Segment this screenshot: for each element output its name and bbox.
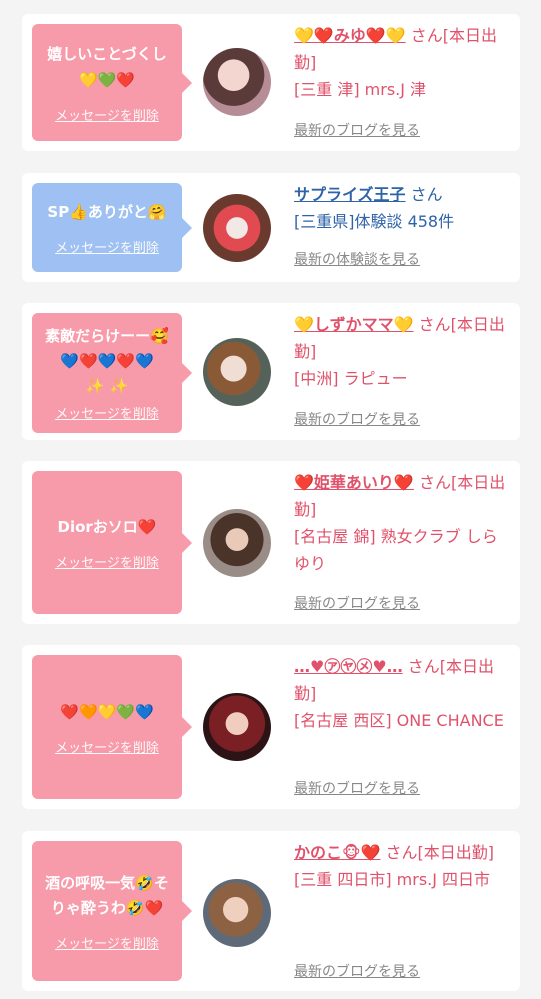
shop-info: [名古屋 西区] ONE CHANCE xyxy=(294,711,504,730)
message-bubble: Diorおソロ❤️ メッセージを削除 xyxy=(32,471,192,614)
message-card: Diorおソロ❤️ メッセージを削除 ❤️姫華あいり❤️ さん[本日出勤] [名… xyxy=(22,461,520,624)
message-card: 酒の呼吸一気🤣そりゃ酔うわ🤣❤️ メッセージを削除 かのこ🐵❤️ さん[本日出勤… xyxy=(22,831,520,991)
blog-link[interactable]: 最新のブログを見る xyxy=(294,778,420,798)
delete-message-link[interactable]: メッセージを削除 xyxy=(55,933,159,952)
avatar[interactable] xyxy=(203,879,271,947)
message-text: Diorおソロ❤️ xyxy=(57,518,157,536)
avatar[interactable] xyxy=(203,48,271,116)
message-text: SP👍ありがと🤗 xyxy=(47,203,167,221)
message-card: SP👍ありがと🤗 メッセージを削除 サプライズ王子 さん [三重県]体験談 45… xyxy=(22,173,520,282)
delete-message-link[interactable]: メッセージを削除 xyxy=(55,737,159,756)
delete-message-link[interactable]: メッセージを削除 xyxy=(55,237,159,256)
delete-message-link[interactable]: メッセージを削除 xyxy=(55,403,159,422)
name-suffix: さん xyxy=(405,185,443,204)
message-bubble: 嬉しいことづくし 💛💚❤️ メッセージを削除 xyxy=(32,24,192,141)
blog-link[interactable]: 最新のブログを見る xyxy=(294,120,420,140)
message-list: 嬉しいことづくし 💛💚❤️ メッセージを削除 💛❤️みゆ❤️💛 さん[本日出勤]… xyxy=(0,0,541,999)
message-text: ❤️🧡💛💚💙 xyxy=(60,702,154,721)
message-text: 素敵だらけーー🥰 💙❤️💙❤️💙 ✨ ✨ xyxy=(45,327,169,395)
message-bubble: ❤️🧡💛💚💙 メッセージを削除 xyxy=(32,655,192,799)
shop-info: [三重県]体験談 458件 xyxy=(294,212,455,231)
profile-name-link[interactable]: かのこ🐵❤️ xyxy=(294,843,380,862)
shop-info: [三重 津] mrs.J 津 xyxy=(294,80,427,99)
profile-name-link[interactable]: サプライズ王子 xyxy=(294,185,406,204)
avatar[interactable] xyxy=(203,509,271,577)
blog-link[interactable]: 最新のブログを見る xyxy=(294,961,420,981)
profile-name-link[interactable]: 💛しずかママ💛 xyxy=(294,315,414,334)
profile-name-link[interactable]: 💛❤️みゆ❤️💛 xyxy=(294,26,406,45)
message-bubble: SP👍ありがと🤗 メッセージを削除 xyxy=(32,183,192,272)
review-link[interactable]: 最新の体験談を見る xyxy=(294,249,420,269)
avatar[interactable] xyxy=(203,338,271,406)
message-card: ❤️🧡💛💚💙 メッセージを削除 …♥︎㋐㋳㋱♥︎… さん[本日出勤] [名古屋 … xyxy=(22,645,520,809)
shop-info: [中洲] ラピュー xyxy=(294,369,408,388)
blog-link[interactable]: 最新のブログを見る xyxy=(294,409,420,429)
profile-name-link[interactable]: …♥︎㋐㋳㋱♥︎… xyxy=(294,657,403,676)
shop-info: [三重 四日市] mrs.J 四日市 xyxy=(294,870,491,889)
shop-info: [名古屋 錦] 熟女クラブ しらゆり xyxy=(294,527,498,573)
blog-link[interactable]: 最新のブログを見る xyxy=(294,593,420,613)
avatar[interactable] xyxy=(203,194,271,262)
delete-message-link[interactable]: メッセージを削除 xyxy=(55,105,159,124)
message-text: 酒の呼吸一気🤣そりゃ酔うわ🤣❤️ xyxy=(45,873,169,917)
avatar[interactable] xyxy=(203,693,271,761)
message-card: 嬉しいことづくし 💛💚❤️ メッセージを削除 💛❤️みゆ❤️💛 さん[本日出勤]… xyxy=(22,14,520,151)
delete-message-link[interactable]: メッセージを削除 xyxy=(55,552,159,571)
message-card: 素敵だらけーー🥰 💙❤️💙❤️💙 ✨ ✨ メッセージを削除 💛しずかママ💛 さん… xyxy=(22,303,520,440)
message-bubble: 酒の呼吸一気🤣そりゃ酔うわ🤣❤️ メッセージを削除 xyxy=(32,841,192,981)
profile-name-link[interactable]: ❤️姫華あいり❤️ xyxy=(294,473,414,492)
message-text: 嬉しいことづくし 💛💚❤️ xyxy=(47,45,167,89)
message-bubble: 素敵だらけーー🥰 💙❤️💙❤️💙 ✨ ✨ メッセージを削除 xyxy=(32,313,192,433)
name-suffix: さん[本日出勤] xyxy=(380,843,495,862)
